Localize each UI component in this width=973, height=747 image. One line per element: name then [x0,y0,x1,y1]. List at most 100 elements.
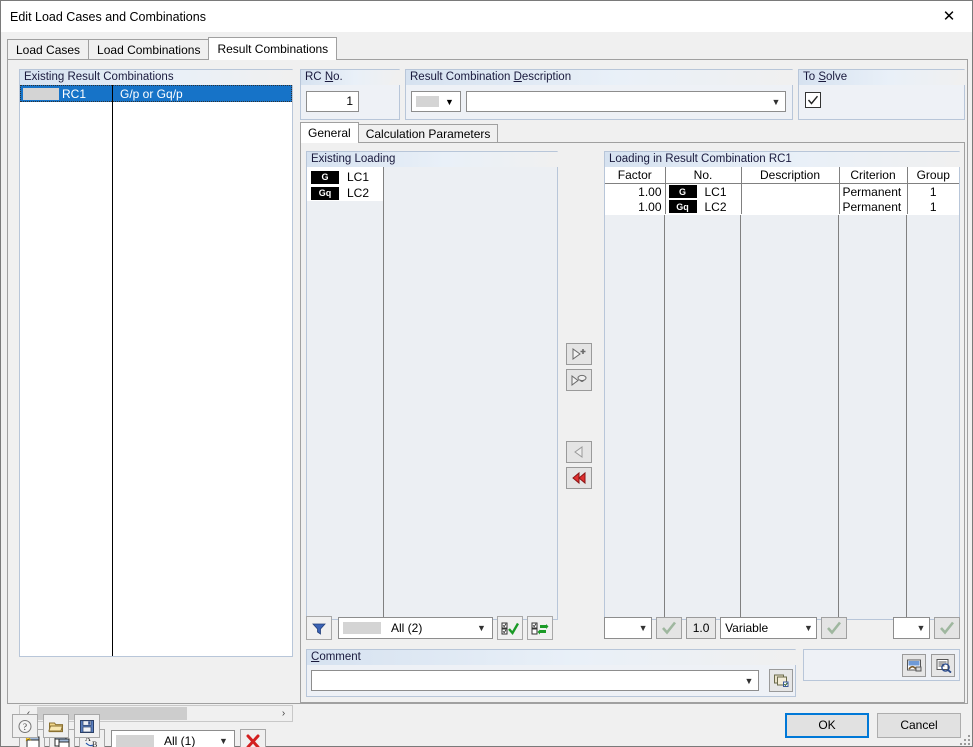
add-group-button[interactable] [566,369,592,391]
cell-criterion: Permanent [839,183,908,199]
rc-description-input[interactable] [467,91,767,112]
list-item[interactable]: Gq LC2 [307,185,557,201]
tab-calculation-parameters[interactable]: Calculation Parameters [357,124,499,143]
list-empty-area-lower [307,201,383,619]
to-solve-group: To Solve [798,69,965,120]
column-header-no[interactable]: No. [665,167,742,184]
chevron-down-icon[interactable]: ▼ [800,623,816,633]
column-header-factor[interactable]: Factor [605,167,666,184]
rc-description-type-combo[interactable]: ▼ [411,91,461,112]
loading-no-combo[interactable]: ▼ [604,617,653,639]
group-caption: Comment [306,649,796,666]
chevron-down-icon[interactable]: ▼ [767,97,785,107]
load-case-badge: Gq [668,200,697,213]
transfer-buttons [566,343,592,489]
loading-in-rc-group: Loading in Result Combination RC1 Factor… [604,151,960,620]
cell-no: Gq LC2 [665,199,742,214]
inner-tab-strip: General Calculation Parameters [300,122,965,143]
list-item[interactable]: G LC1 [307,169,557,185]
rc-description-input-wrap[interactable]: ▼ [466,91,786,112]
column-header-group[interactable]: Group [907,167,959,184]
chevron-down-icon[interactable]: ▼ [913,623,929,633]
rc-no-caption: RC No. [305,71,343,83]
rc-description-body: ▼ ▼ [405,85,793,120]
existing-loading-caption: Existing Loading [311,153,396,165]
existing-rc-list[interactable]: RC1 G/p or Gq/p [20,85,292,656]
criterion-value: Variable [725,621,769,635]
column-header-description[interactable]: Description [741,167,840,184]
group-caption: RC No. [300,69,400,86]
description-color-swatch [416,96,439,107]
chevron-down-icon[interactable]: ▼ [740,676,758,686]
bottom-right-buttons [897,654,955,677]
group-confirm-button[interactable] [934,617,961,639]
rc-description-caption: Result Combination Description [410,71,572,83]
tab-result-combinations[interactable]: Result Combinations [208,37,338,60]
ok-button[interactable]: OK [785,713,869,738]
save-icon[interactable] [74,714,100,738]
bottom-right-panel [803,649,960,681]
footer-icon-buttons: ? [12,714,105,738]
existing-rc-body: RC1 G/p or Gq/p [19,85,293,657]
table-row[interactable]: 1.00 G LC1 Permanent 1 [605,183,959,199]
comment-library-icon[interactable] [769,669,793,692]
table-row[interactable]: 1.00 Gq LC2 Permanent 1 [605,199,959,214]
cell-factor: 1.00 [605,199,666,214]
tab-load-combinations[interactable]: Load Combinations [88,39,210,60]
chevron-down-icon[interactable]: ▼ [473,623,490,633]
rc-no-group: RC No. 1 [300,69,400,120]
existing-rc-caption: Existing Result Combinations [24,71,174,83]
magnifier-list-icon[interactable] [931,654,955,677]
existing-loading-group: Existing Loading G LC1 Gq LC2 [306,151,558,620]
criterion-confirm-button[interactable] [821,617,848,639]
to-solve-checkbox[interactable] [805,92,821,108]
existing-loading-filter-value: All (2) [391,621,423,635]
close-icon[interactable]: ✕ [926,1,972,31]
funnel-filter-icon[interactable] [306,616,332,640]
select-all-icon[interactable] [497,616,523,640]
remove-all-button[interactable] [566,467,592,489]
title-bar: Edit Load Cases and Combinations ✕ [1,1,972,32]
column-header-criterion[interactable]: Criterion [839,167,908,184]
rc-no-input[interactable]: 1 [306,91,359,112]
rc-description-cell: G/p or Gq/p [120,86,183,101]
cell-group: 1 [907,183,959,199]
cell-factor: 1.00 [605,183,666,199]
cell-no: G LC1 [665,183,742,199]
loading-in-rc-body: Factor No. Description Criterion Group 1… [604,167,960,620]
comment-input[interactable] [312,670,740,691]
existing-loading-filter-combo[interactable]: All (2) ▼ [338,617,493,639]
table-header-row: Factor No. Description Criterion Group [605,167,959,184]
help-icon[interactable]: ? [12,714,38,738]
column-separator [112,85,113,656]
open-folder-icon[interactable] [43,714,69,738]
main-tab-strip: Load Cases Load Combinations Result Comb… [7,37,968,60]
group-combo[interactable]: ▼ [893,617,931,639]
cell-description [741,183,840,199]
to-solve-body [798,85,965,120]
general-tab-page: Existing Loading G LC1 Gq LC2 All (2) ▼ … [300,142,965,703]
comment-input-wrap[interactable]: ▼ [311,670,759,691]
resize-grip[interactable] [956,731,970,745]
criterion-combo[interactable]: Variable ▼ [720,617,818,639]
cell-description [741,199,840,214]
cancel-button[interactable]: Cancel [877,713,961,738]
graphic-icon[interactable] [902,654,926,677]
tab-load-cases[interactable]: Load Cases [7,39,90,60]
load-case-name: LC1 [704,184,727,199]
invert-selection-icon[interactable] [527,616,553,640]
group-caption: To Solve [798,69,965,86]
chevron-down-icon[interactable]: ▼ [635,623,651,633]
table-row[interactable]: RC1 G/p or Gq/p [20,85,292,102]
loading-no-confirm-button[interactable] [656,617,683,639]
add-loading-button[interactable] [566,343,592,365]
chevron-down-icon[interactable]: ▼ [439,97,460,107]
factor-input[interactable]: 1.0 [686,617,717,639]
remove-loading-button[interactable] [566,441,592,463]
tab-general[interactable]: General [300,122,359,143]
filter-color-swatch [343,622,381,634]
group-caption: Existing Result Combinations [19,69,293,86]
dialog-action-buttons: OK Cancel [777,713,961,738]
list-empty-area [384,167,557,619]
comment-caption: Comment [311,651,361,663]
